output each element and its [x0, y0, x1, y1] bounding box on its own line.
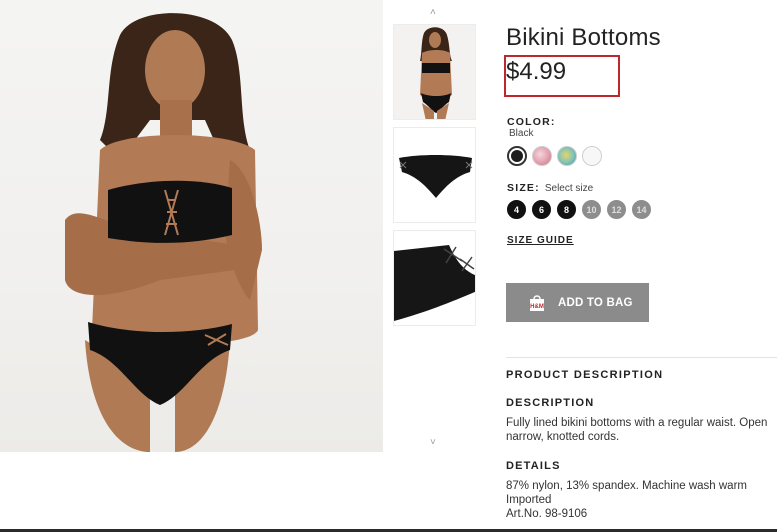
selected-color-value: Black [509, 128, 534, 139]
details-line-2: Imported [506, 494, 552, 506]
section-divider [506, 357, 777, 358]
thumbnails-down-arrow-icon[interactable]: ˅ [430, 437, 436, 448]
product-title: Bikini Bottoms [506, 24, 661, 51]
thumbnails-up-arrow-icon[interactable]: ˄ [430, 7, 436, 18]
thumbnail-detail[interactable] [393, 230, 476, 326]
thumbnail-front[interactable] [393, 127, 476, 223]
size-option-10[interactable]: 10 [582, 200, 601, 219]
color-swatch-black[interactable] [507, 146, 527, 166]
description-line-1: Fully lined bikini bottoms with a regula… [506, 417, 768, 429]
color-swatch-tropical-print[interactable] [557, 146, 577, 166]
thumbnail-model-image [394, 25, 475, 119]
model-photo [65, 13, 262, 452]
description-heading: DESCRIPTION [506, 397, 595, 409]
svg-text:H&M: H&M [530, 304, 544, 310]
shopping-bag-icon: H&M [528, 294, 546, 312]
product-description-heading: PRODUCT DESCRIPTION [506, 369, 664, 381]
thumbnail-model[interactable] [393, 24, 476, 120]
details-line-1: 87% nylon, 13% spandex. Machine wash war… [506, 480, 747, 492]
size-hint: Select size [544, 183, 594, 194]
thumbnail-front-image [394, 128, 475, 222]
details-line-3: Art.No. 98-9106 [506, 508, 588, 520]
thumbnail-detail-image [394, 231, 475, 325]
description-line-2: narrow, knotted cords. [506, 431, 620, 443]
price-highlight-box [504, 55, 620, 97]
size-row: SIZE: Select size [507, 182, 593, 194]
size-option-12[interactable]: 12 [607, 200, 626, 219]
main-product-image [0, 0, 383, 452]
size-guide-link[interactable]: SIZE GUIDE [507, 235, 574, 246]
details-heading: DETAILS [506, 460, 561, 472]
color-swatch-white[interactable] [582, 146, 602, 166]
size-option-14[interactable]: 14 [632, 200, 651, 219]
size-option-6[interactable]: 6 [532, 200, 551, 219]
color-swatch-pink-floral[interactable] [532, 146, 552, 166]
size-option-4[interactable]: 4 [507, 200, 526, 219]
size-option-8[interactable]: 8 [557, 200, 576, 219]
description-text: Fully lined bikini bottoms with a regula… [506, 416, 777, 444]
color-label: COLOR: [507, 116, 556, 128]
size-label: SIZE: [507, 182, 540, 194]
details-text: 87% nylon, 13% spandex. Machine wash war… [506, 479, 747, 521]
add-to-bag-label: ADD TO BAG [558, 296, 633, 309]
add-to-bag-button[interactable]: H&M ADD TO BAG [506, 283, 649, 322]
